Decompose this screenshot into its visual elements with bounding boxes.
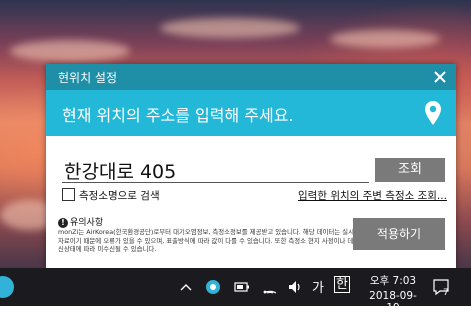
wifi-icon[interactable] bbox=[262, 279, 278, 295]
pinned-app-icon[interactable] bbox=[0, 276, 14, 298]
monzi-tray-icon[interactable] bbox=[205, 279, 221, 295]
notification-count: 7 bbox=[443, 288, 449, 298]
chevron-up-icon[interactable] bbox=[180, 283, 192, 291]
nearby-stations-link[interactable]: 입력한 위치의 주변 측정소 조회... bbox=[298, 188, 447, 203]
banner-text: 현재 위치의 주소를 입력해 주세요. bbox=[62, 106, 294, 125]
notice-header: ! 유의사항 bbox=[58, 215, 103, 228]
search-button[interactable]: 조회 bbox=[375, 158, 445, 182]
volume-icon[interactable] bbox=[287, 279, 303, 295]
location-pin-icon bbox=[425, 101, 441, 125]
notice-text: monZi는 AirKorea(한국환경공단)로부터 대기오염정보, 측정소정보… bbox=[58, 228, 380, 253]
station-name-search-option[interactable]: 측정소명으로 검색 bbox=[62, 188, 160, 204]
ime-mode-indicator[interactable]: 가 bbox=[312, 277, 324, 296]
apply-button[interactable]: 적용하기 bbox=[353, 218, 445, 250]
station-name-checkbox[interactable] bbox=[62, 188, 75, 201]
ime-hangul-toggle[interactable]: 한 bbox=[334, 276, 350, 293]
wallpaper-cloud bbox=[330, 30, 440, 48]
address-input[interactable] bbox=[62, 158, 369, 183]
location-settings-dialog: 현위치 설정 현재 위치의 주소를 입력해 주세요. 조회 측정소명으로 검색 … bbox=[46, 64, 456, 268]
clock-time[interactable]: 오후 7:03 bbox=[364, 273, 422, 288]
notice-title: 유의사항 bbox=[70, 218, 104, 228]
dialog-title: 현위치 설정 bbox=[58, 71, 118, 85]
wallpaper-cloud bbox=[10, 40, 130, 62]
taskbar: 가 한 오후 7:03 2018-09-19 7 bbox=[0, 268, 471, 314]
instruction-banner: 현재 위치의 주소를 입력해 주세요. bbox=[46, 90, 456, 136]
close-button[interactable] bbox=[428, 65, 452, 89]
checkbox-label: 측정소명으로 검색 bbox=[79, 190, 160, 202]
wallpaper-cloud bbox=[160, 18, 300, 38]
battery-icon[interactable] bbox=[234, 281, 250, 293]
clock-date[interactable]: 2018-09-19 bbox=[364, 290, 422, 314]
info-icon: ! bbox=[58, 218, 68, 228]
dialog-titlebar: 현위치 설정 bbox=[46, 64, 456, 90]
close-icon bbox=[434, 71, 446, 83]
